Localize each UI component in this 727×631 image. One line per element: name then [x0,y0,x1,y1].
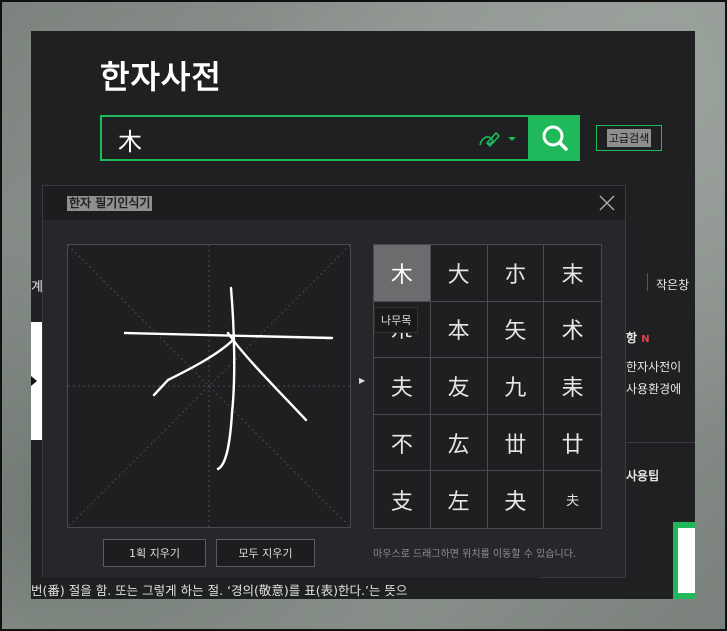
close-icon [599,195,615,211]
arrow-right-icon: ▶ [359,376,366,385]
search-input[interactable] [116,123,460,155]
drag-hint: 마우스로 드래그하면 위치를 이동할 수 있습니다. [373,549,577,560]
search-icon [542,125,568,151]
candidate-cell[interactable]: 夬 [488,471,545,528]
candidate-cell[interactable]: 矢 [487,301,545,359]
candidate-cell[interactable]: 九 [487,358,545,415]
clear-one-stroke-button[interactable]: 1획 지우기 [103,539,206,567]
candidate-cell[interactable]: 夫 [544,471,601,528]
clear-all-button[interactable]: 모두 지우기 [216,539,315,567]
advanced-search-label: 고급검색 [606,129,652,147]
candidate-cell[interactable]: 夫 [374,358,431,415]
candidate-cell[interactable]: 末 [544,245,601,302]
candidate-cell[interactable]: 支 [374,471,431,528]
modal-title: 한자 필기인식기 [67,196,153,211]
meaning-text: 번(番) 절을 함. 또는 그렇게 하는 절. ‘경의(敬意)를 표(表)한다.… [31,583,408,598]
modal-header[interactable]: 한자 필기인식기 [43,186,625,220]
page-title: 한자사전 [100,58,222,96]
left-arrow-icon [31,376,37,386]
candidate-cell[interactable]: 耒 [544,358,601,415]
notice-line-1: 한자사전이 [626,360,682,374]
candidate-cell[interactable]: 左 [431,471,488,528]
close-button[interactable] [597,193,617,213]
search-button[interactable] [530,115,580,161]
notice-title-text: 항 [626,331,638,345]
candidate-cell[interactable]: 本 [430,301,488,359]
candidate-tooltip: 나무목 [374,307,419,333]
green-widget-inner [678,528,695,593]
tips-title[interactable]: 사용팁 [626,467,659,484]
candidate-cell[interactable]: 厷 [430,414,488,472]
candidate-cell[interactable]: 丗 [487,414,545,472]
advanced-search-button[interactable]: 고급검색 [596,125,662,151]
candidate-cell[interactable]: 大 [430,245,488,302]
notice-title[interactable]: 항 N [626,329,650,346]
candidate-cell[interactable]: 不 [374,414,431,472]
candidate-cell[interactable]: 友 [430,358,488,415]
candidate-grid: 木大朩末𣎳本矢术夫友九耒不厷丗廿支左夬夫 [373,244,602,529]
drawing-canvas[interactable] [67,244,351,528]
small-window-link[interactable]: 작은창 [656,276,689,293]
green-widget[interactable] [673,522,695,599]
candidate-cell[interactable]: 木 [374,245,431,302]
handwritten-strokes [123,286,334,471]
search-box [100,115,530,161]
handwriting-pen-icon [479,132,516,147]
notice-line-2: 사용환경에 [626,382,682,396]
candidate-cell[interactable]: 廿 [544,415,601,472]
new-badge: N [641,334,650,345]
candidate-cell[interactable]: 术 [544,302,601,359]
sidebar-separator [626,442,695,443]
candidate-cell[interactable]: 朩 [487,245,545,302]
handwriting-toggle[interactable] [474,125,524,153]
sidebar-divider [647,273,648,291]
handwriting-modal: 한자 필기인식기 ▶ 木大朩末𣎳本矢术夫友九耒不厷丗廿支左夬夫 나무목 1획 지… [42,185,626,578]
